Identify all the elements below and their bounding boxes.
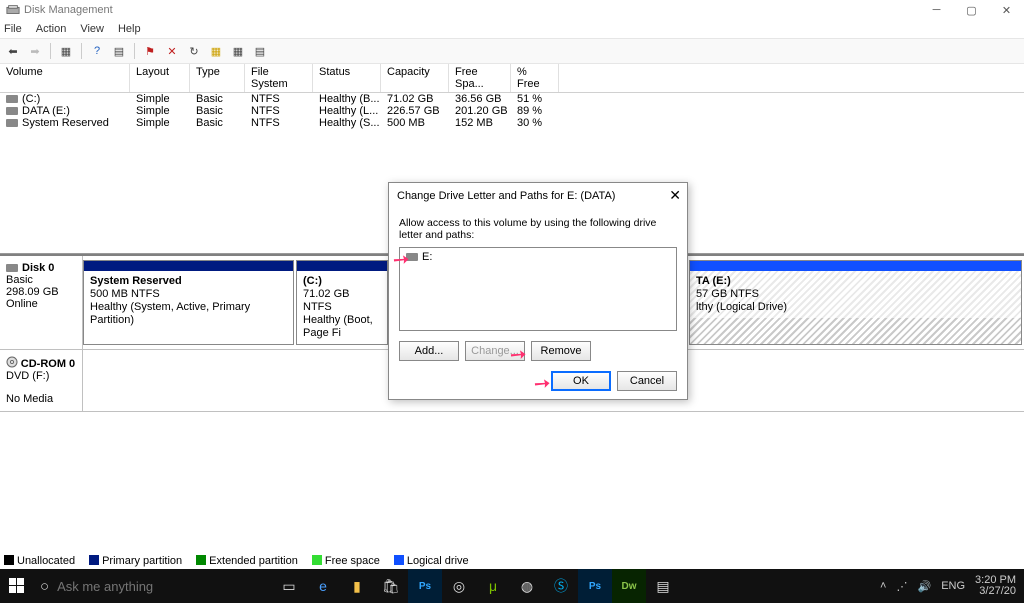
back-button[interactable]: ⬅	[4, 42, 22, 60]
cdrom-icon	[6, 356, 18, 368]
app-skype[interactable]: Ⓢ	[544, 569, 578, 603]
search-input[interactable]	[57, 579, 237, 594]
new-button[interactable]: ▦	[207, 42, 225, 60]
menu-action[interactable]: Action	[36, 23, 67, 35]
app-coreldraw[interactable]: ◎	[442, 569, 476, 603]
col-status[interactable]: Status	[313, 64, 381, 92]
change-drive-letter-dialog: Change Drive Letter and Paths for E: (DA…	[388, 182, 688, 400]
app-utorrent[interactable]: μ	[476, 569, 510, 603]
drive-letter-list[interactable]: E:	[399, 247, 677, 331]
col-type[interactable]: Type	[190, 64, 245, 92]
minimize-button[interactable]: ─	[919, 0, 954, 20]
cdrom-info: CD-ROM 0 DVD (F:) No Media	[0, 350, 83, 411]
volume-row[interactable]: DATA (E:)SimpleBasicNTFSHealthy (L...226…	[0, 105, 1024, 117]
partition-system-reserved[interactable]: System Reserved500 MB NTFSHealthy (Syste…	[83, 260, 294, 345]
search-box[interactable]: ○	[34, 569, 264, 603]
settings-view-button[interactable]: ▤	[110, 42, 128, 60]
remove-button[interactable]: Remove	[531, 341, 591, 361]
col-pctfree[interactable]: % Free	[511, 64, 559, 92]
properties-button[interactable]: ▦	[229, 42, 247, 60]
ok-button[interactable]: OK	[551, 371, 611, 391]
dialog-subtitle: Allow access to this volume by using the…	[399, 217, 677, 241]
maximize-button[interactable]: ▢	[954, 0, 989, 20]
forward-button[interactable]: ➡	[26, 42, 44, 60]
tray-language[interactable]: ENG	[941, 580, 965, 592]
app-chrome[interactable]: ◍	[510, 569, 544, 603]
taskbar: ○ ▭ e ▮ 🛍 Ps ◎ μ ◍ Ⓢ Ps Dw ▤ ˄ ⋰ 🔊 ENG 3…	[0, 569, 1024, 603]
volume-row[interactable]: System ReservedSimpleBasicNTFSHealthy (S…	[0, 117, 1024, 129]
cancel-button[interactable]: Cancel	[617, 371, 677, 391]
tray-chevron-up-icon[interactable]: ˄	[880, 580, 886, 592]
partition-data-e[interactable]: TA (E:)57 GB NTFSlthy (Logical Drive)	[689, 260, 1022, 345]
app-explorer[interactable]: ▮	[340, 569, 374, 603]
app-icon	[6, 3, 20, 17]
refresh-button[interactable]: ↻	[185, 42, 203, 60]
menubar: File Action View Help	[0, 20, 1024, 38]
system-tray: ˄ ⋰ 🔊 ENG 3:20 PM 3/27/20	[872, 575, 1024, 597]
list-header: Volume Layout Type File System Status Ca…	[0, 64, 1024, 93]
list-button[interactable]: ▤	[251, 42, 269, 60]
help-button[interactable]: ?	[88, 42, 106, 60]
show-hide-button[interactable]: ▦	[57, 42, 75, 60]
app-diskmgmt[interactable]: ▤	[646, 569, 680, 603]
tray-network-icon[interactable]: ⋰	[896, 580, 907, 593]
start-button[interactable]	[0, 578, 34, 594]
menu-file[interactable]: File	[4, 23, 22, 35]
delete-icon[interactable]: ✕	[163, 42, 181, 60]
dialog-title: Change Drive Letter and Paths for E: (DA…	[397, 190, 615, 202]
tray-clock[interactable]: 3:20 PM 3/27/20	[975, 575, 1016, 597]
app-dreamweaver[interactable]: Dw	[612, 569, 646, 603]
app-edge[interactable]: e	[306, 569, 340, 603]
add-button[interactable]: Add...	[399, 341, 459, 361]
app-ps2[interactable]: Ps	[578, 569, 612, 603]
toolbar: ⬅ ➡ ▦ ? ▤ ⚑ ✕ ↻ ▦ ▦ ▤	[0, 38, 1024, 64]
window-title: Disk Management	[24, 4, 113, 16]
col-free[interactable]: Free Spa...	[449, 64, 511, 92]
volume-row[interactable]: (C:)SimpleBasicNTFSHealthy (B...71.02 GB…	[0, 93, 1024, 105]
col-capacity[interactable]: Capacity	[381, 64, 449, 92]
disk-info: Disk 0 Basic 298.09 GB Online	[0, 256, 83, 349]
app-store[interactable]: 🛍	[374, 569, 408, 603]
drive-letter-item[interactable]: E:	[422, 251, 432, 263]
window-titlebar: Disk Management ─ ▢ ✕	[0, 0, 1024, 20]
task-view-button[interactable]: ▭	[272, 569, 306, 603]
menu-view[interactable]: View	[80, 23, 104, 35]
legend: Unallocated Primary partition Extended p…	[4, 554, 469, 567]
col-volume[interactable]: Volume	[0, 64, 130, 92]
col-layout[interactable]: Layout	[130, 64, 190, 92]
flag-icon[interactable]: ⚑	[141, 42, 159, 60]
col-filesystem[interactable]: File System	[245, 64, 313, 92]
dialog-titlebar: Change Drive Letter and Paths for E: (DA…	[389, 183, 687, 209]
taskbar-apps: ▭ e ▮ 🛍 Ps ◎ μ ◍ Ⓢ Ps Dw ▤	[264, 569, 872, 603]
windows-icon	[9, 578, 25, 594]
close-button[interactable]: ✕	[989, 0, 1024, 20]
app-photoshop[interactable]: Ps	[408, 569, 442, 603]
tray-volume-icon[interactable]: 🔊	[917, 580, 931, 593]
disk-icon	[6, 264, 18, 272]
dialog-close-button[interactable]: ✕	[669, 187, 681, 204]
menu-help[interactable]: Help	[118, 23, 141, 35]
partition-c[interactable]: (C:)71.02 GB NTFSHealthy (Boot, Page Fi	[296, 260, 388, 345]
